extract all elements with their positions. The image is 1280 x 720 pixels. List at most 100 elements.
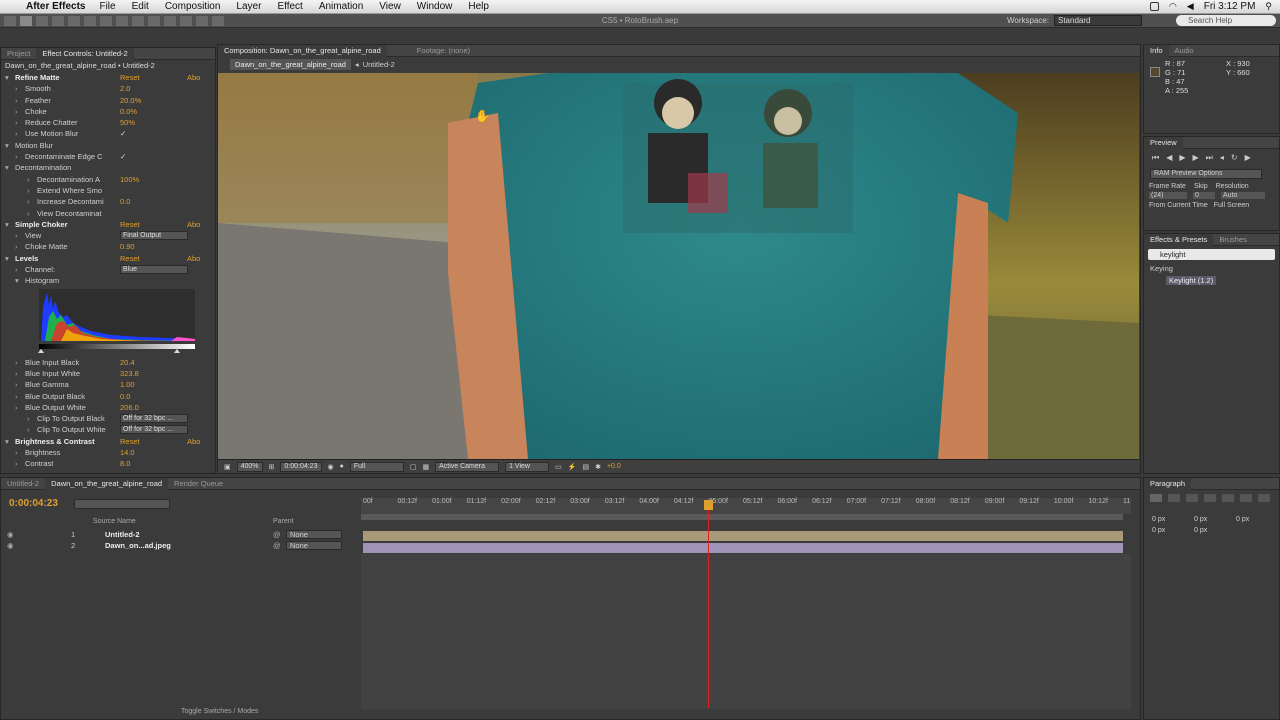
effect-param-select[interactable]: Blue xyxy=(120,265,188,275)
snapshot-icon[interactable]: ◉ xyxy=(328,463,334,471)
disclosure-triangle-icon[interactable]: › xyxy=(27,174,30,185)
disclosure-triangle-icon[interactable]: ▾ xyxy=(15,275,19,286)
pen-tool-icon[interactable] xyxy=(116,15,128,26)
effect-row[interactable]: ▾ Simple Choker Reset Abo xyxy=(1,219,215,230)
tab-brushes[interactable]: Brushes xyxy=(1213,234,1253,246)
ram-preview-icon[interactable]: ▶ xyxy=(1245,153,1251,163)
effect-row[interactable]: › Brightness 14.0 xyxy=(1,447,215,458)
disclosure-triangle-icon[interactable]: › xyxy=(15,117,18,128)
hand-tool-icon[interactable] xyxy=(20,15,32,26)
effects-search-input[interactable]: keylight xyxy=(1148,249,1275,260)
effect-about-link[interactable]: Abo xyxy=(187,436,200,447)
toggle-pixel-aspect-icon[interactable]: ▭ xyxy=(555,463,562,471)
roto-brush-tool-icon[interactable] xyxy=(196,15,208,26)
effect-row[interactable]: › Choke 0.0% xyxy=(1,106,215,117)
effect-row[interactable]: › Extend Where Smo xyxy=(1,185,215,196)
disclosure-triangle-icon[interactable]: ▾ xyxy=(5,72,9,83)
layer-name[interactable]: Dawn_on...ad.jpeg xyxy=(105,540,171,551)
battery-icon[interactable] xyxy=(1149,2,1159,11)
current-time-display[interactable]: 0:00:04:23 xyxy=(280,461,322,472)
disclosure-triangle-icon[interactable]: › xyxy=(15,379,18,390)
effect-about-link[interactable]: Abo xyxy=(187,253,200,264)
resolution-select[interactable]: Auto xyxy=(1221,192,1265,199)
parent-select[interactable]: None xyxy=(286,541,342,550)
effect-param-value[interactable]: 0.90 xyxy=(120,241,135,252)
clone-tool-icon[interactable] xyxy=(164,15,176,26)
last-frame-icon[interactable]: ⏭ xyxy=(1206,153,1213,163)
puppet-tool-icon[interactable] xyxy=(212,15,224,26)
layer-name[interactable]: Untitled-2 xyxy=(105,529,140,540)
category-keying[interactable]: Keying xyxy=(1144,263,1279,275)
effect-param-select[interactable]: Final Output xyxy=(120,231,188,241)
effect-row[interactable]: › View Decontaminat xyxy=(1,208,215,219)
effect-item-keylight[interactable]: Keylight (1.2) xyxy=(1144,275,1279,287)
effect-row[interactable]: › Decontamination A 100% xyxy=(1,174,215,185)
fast-previews-icon[interactable]: ⚡ xyxy=(568,463,577,471)
effect-row[interactable]: › Channel: Blue xyxy=(1,264,215,275)
parent-pick-whip-icon[interactable]: @ xyxy=(273,540,281,551)
menu-composition[interactable]: Composition xyxy=(165,1,221,12)
pan-behind-tool-icon[interactable] xyxy=(84,15,96,26)
zoom-select[interactable]: 400% xyxy=(236,461,263,472)
effect-param-value[interactable]: ✓ xyxy=(120,151,126,162)
tab-info[interactable]: Info xyxy=(1144,44,1169,57)
disclosure-triangle-icon[interactable]: ▾ xyxy=(5,219,9,230)
brush-tool-icon[interactable] xyxy=(148,15,160,26)
justify-right-icon[interactable] xyxy=(1240,494,1252,502)
layer-row[interactable]: ◉ 2 Dawn_on...ad.jpeg @ None xyxy=(1,540,361,551)
histogram[interactable] xyxy=(1,287,217,357)
effect-row[interactable]: ▾ Brightness & Contrast Reset Abo xyxy=(1,436,215,447)
tab-composition[interactable]: Composition: Dawn_on_the_great_alpine_ro… xyxy=(218,44,387,57)
breadcrumb-item-untitled[interactable]: Untitled-2 xyxy=(363,60,395,69)
tab-dawn-comp[interactable]: Dawn_on_the_great_alpine_road xyxy=(45,477,169,490)
effect-row[interactable]: › Clip To Output Black Off for 32 bpc ... xyxy=(1,413,215,424)
region-of-interest-icon[interactable]: ▢ xyxy=(410,463,417,471)
always-preview-icon[interactable]: ▣ xyxy=(224,463,231,471)
disclosure-triangle-icon[interactable]: › xyxy=(15,391,18,402)
visibility-eye-icon[interactable]: ◉ xyxy=(7,529,14,540)
disclosure-triangle-icon[interactable]: › xyxy=(15,230,18,241)
toggle-switches-modes[interactable]: Toggle Switches / Modes xyxy=(181,708,258,715)
justify-left-icon[interactable] xyxy=(1204,494,1216,502)
grid-icon[interactable]: ⊞ xyxy=(269,463,275,471)
rotate-tool-icon[interactable] xyxy=(52,15,64,26)
menu-help[interactable]: Help xyxy=(468,1,489,12)
effect-row[interactable]: › Blue Output Black 0.0 xyxy=(1,391,215,402)
tab-effects-presets[interactable]: Effects & Presets xyxy=(1144,233,1214,246)
effect-row[interactable]: › Decontaminate Edge C ✓ xyxy=(1,151,215,162)
time-ruler[interactable]: 00f 00:12f 01:00f 01:12f 02:00f 02:12f 03:00f 0… xyxy=(361,498,1131,514)
effect-row[interactable]: › Increase Decontami 0.0 xyxy=(1,196,215,207)
effect-row[interactable]: ▾ Refine Matte Reset Abo xyxy=(1,72,215,83)
current-time-indicator[interactable] xyxy=(708,500,709,708)
effect-param-value[interactable]: 8.0 xyxy=(120,458,130,469)
menu-file[interactable]: File xyxy=(99,1,115,12)
app-menu[interactable]: After Effects xyxy=(26,1,85,12)
menu-view[interactable]: View xyxy=(379,1,401,12)
justify-center-icon[interactable] xyxy=(1222,494,1234,502)
effect-param-value[interactable]: 323.8 xyxy=(120,368,139,379)
effect-row[interactable]: ▾ Histogram xyxy=(1,275,215,286)
channel-icon[interactable]: ● xyxy=(340,463,344,470)
disclosure-triangle-icon[interactable]: › xyxy=(27,185,30,196)
tab-preview[interactable]: Preview xyxy=(1144,136,1183,149)
selection-tool-icon[interactable] xyxy=(4,15,16,26)
clock[interactable]: Fri 3:12 PM xyxy=(1204,1,1256,12)
disclosure-triangle-icon[interactable]: › xyxy=(15,95,18,106)
space-before-field[interactable]: 0 px xyxy=(1152,525,1194,536)
type-tool-icon[interactable] xyxy=(132,15,144,26)
zoom-tool-icon[interactable] xyxy=(36,15,48,26)
parent-pick-whip-icon[interactable]: @ xyxy=(273,529,281,540)
effect-reset-link[interactable]: Reset xyxy=(120,436,140,447)
effect-param-value[interactable]: ✓ xyxy=(120,128,126,139)
effect-row[interactable]: › Contrast 8.0 xyxy=(1,458,215,469)
menu-window[interactable]: Window xyxy=(417,1,453,12)
effect-param-value[interactable]: 20.4 xyxy=(120,357,135,368)
timeline-timecode[interactable]: 0:00:04:23 xyxy=(9,498,58,509)
effect-row[interactable]: › Reduce Chatter 50% xyxy=(1,117,215,128)
effect-param-value[interactable]: 20.0% xyxy=(120,95,141,106)
play-icon[interactable]: ▶ xyxy=(1179,153,1185,163)
exposure-icon[interactable]: ✱ xyxy=(595,463,601,471)
menu-layer[interactable]: Layer xyxy=(236,1,261,12)
disclosure-triangle-icon[interactable]: › xyxy=(15,458,18,469)
frame-rate-select[interactable]: (24) xyxy=(1149,192,1187,199)
